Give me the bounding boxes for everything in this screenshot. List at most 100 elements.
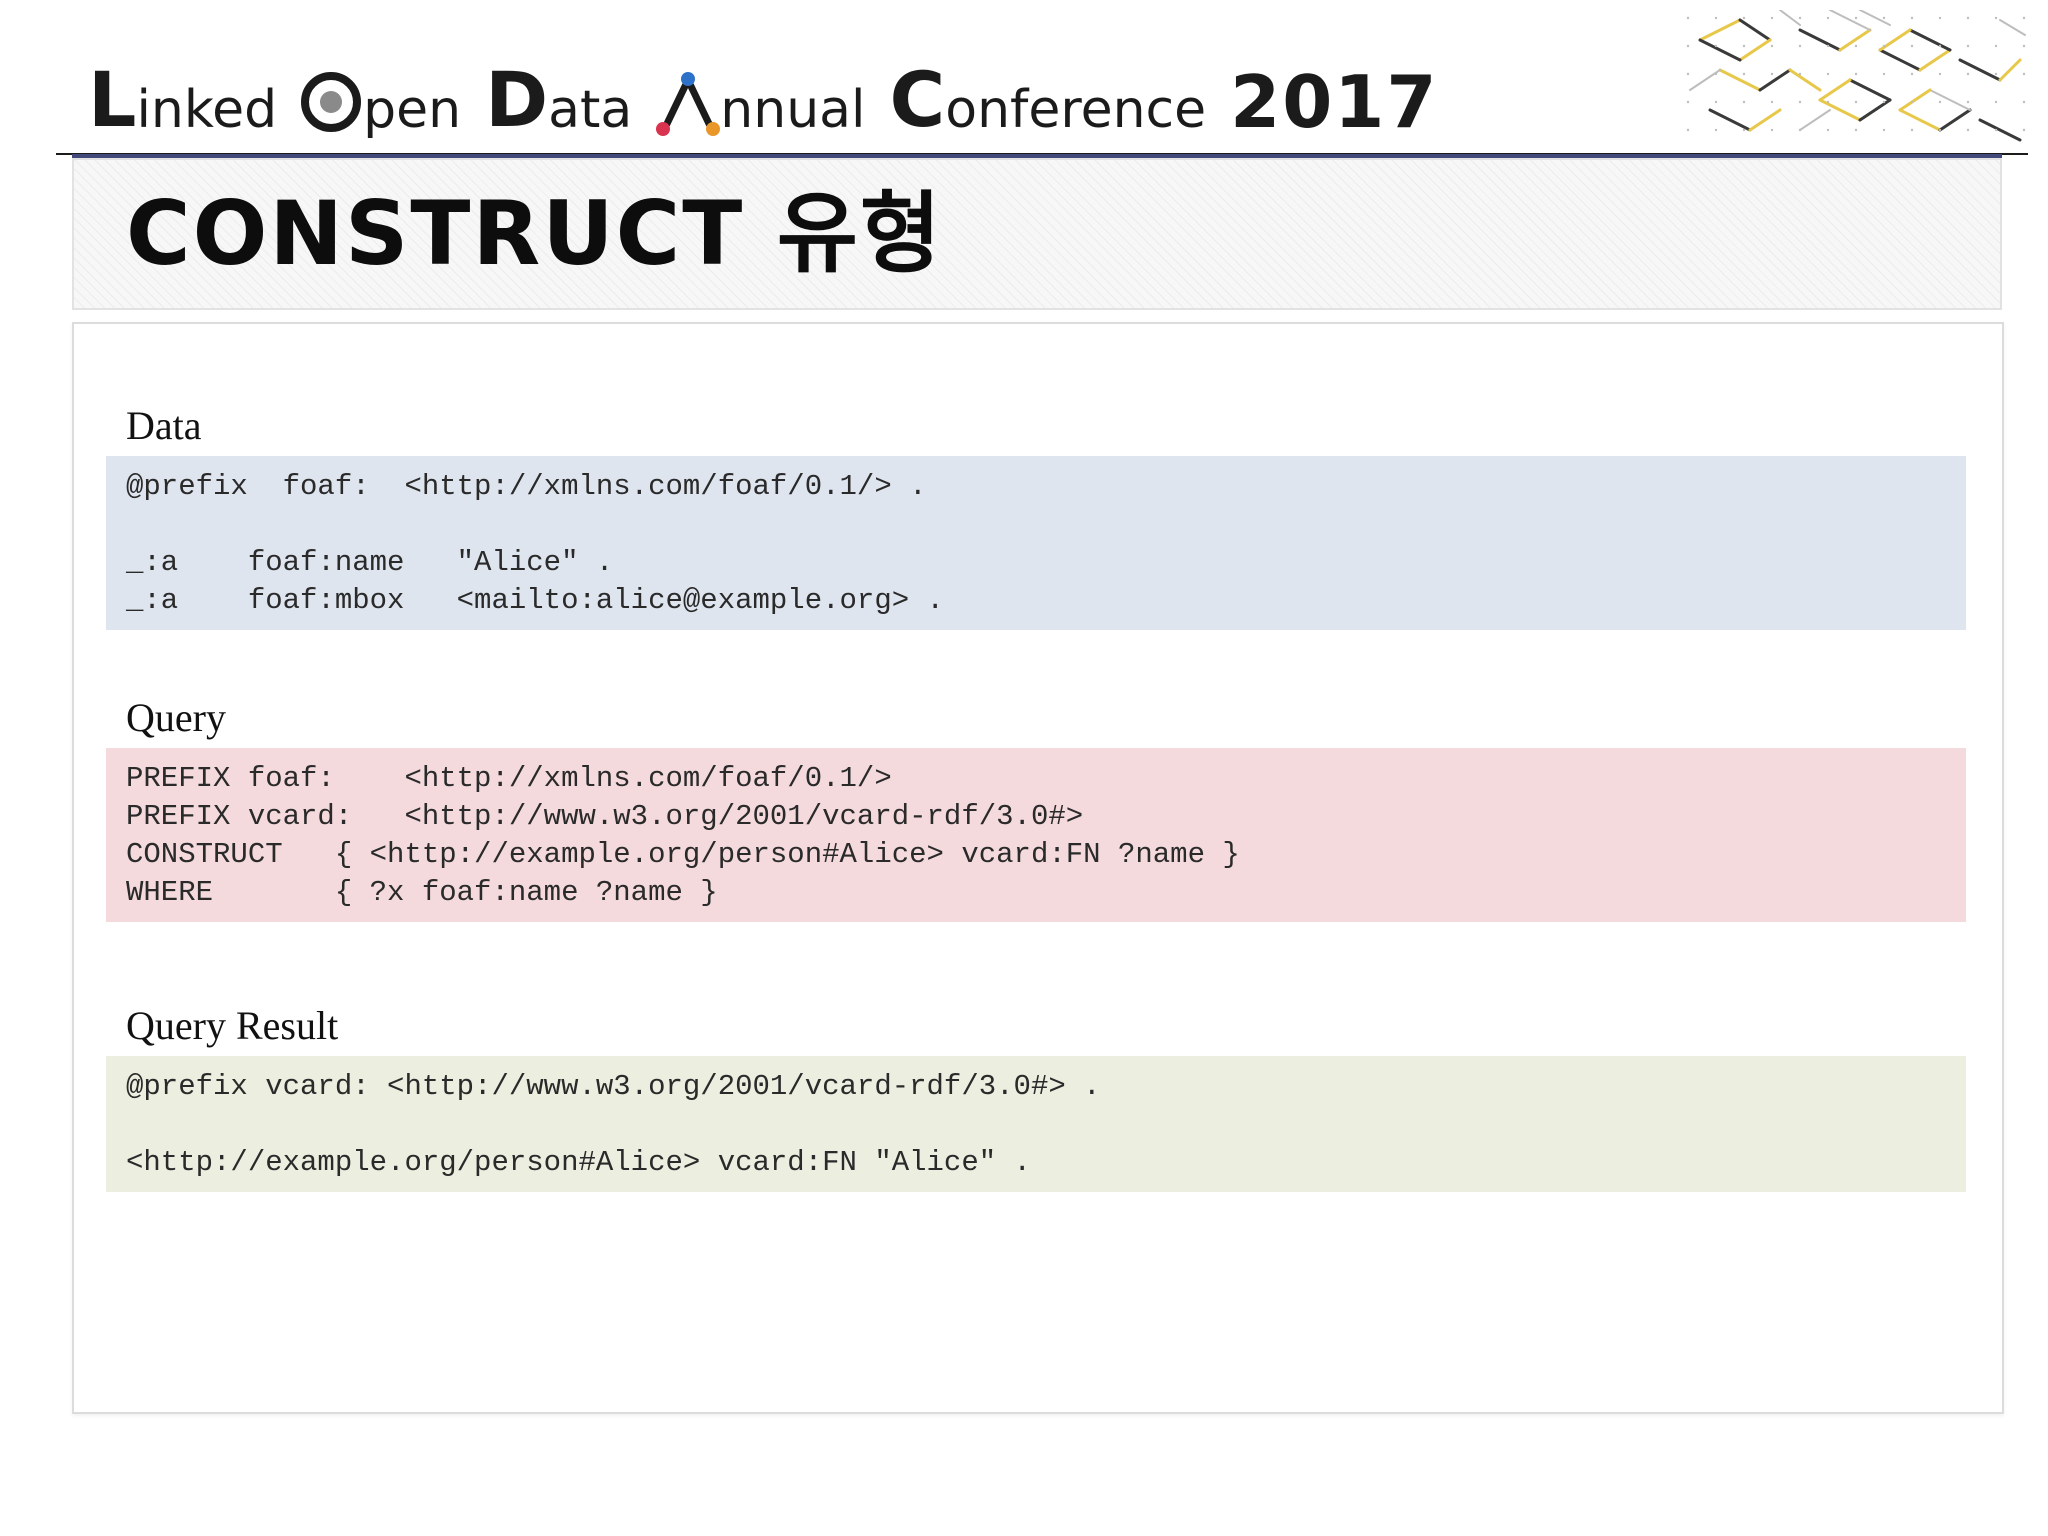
- pattern-dot: [1966, 16, 1970, 20]
- pattern-dot: [1966, 72, 1970, 76]
- pattern-dot: [1994, 16, 1998, 20]
- pattern-dot: [1854, 100, 1858, 104]
- data-code-block: @prefix foaf: <http://xmlns.com/foaf/0.1…: [106, 456, 1966, 630]
- code-line: _:a foaf:name "Alice" .: [126, 546, 614, 579]
- pattern-dot: [1882, 128, 1886, 132]
- title-word-rest: inked: [136, 80, 278, 140]
- pattern-segment: [1779, 10, 1801, 26]
- pattern-segment: [1718, 68, 1762, 92]
- pattern-dot: [2022, 72, 2026, 76]
- code-line: PREFIX vcard: <http://www.w3.org/2001/vc…: [126, 800, 1084, 833]
- pattern-segment: [1908, 28, 1952, 52]
- pattern-dot: [1854, 16, 1858, 20]
- pattern-segment: [1758, 68, 1792, 92]
- data-section-label: Data: [126, 403, 202, 448]
- pattern-dot: [1910, 72, 1914, 76]
- pattern-dot: [1910, 128, 1914, 132]
- pattern-dot: [1714, 100, 1718, 104]
- code-line: PREFIX foaf: <http://xmlns.com/foaf/0.1/…: [126, 762, 892, 795]
- pattern-dot: [1826, 16, 1830, 20]
- pattern-dot: [1770, 128, 1774, 132]
- pattern-dot: [1966, 44, 1970, 48]
- pattern-segment: [1708, 108, 1752, 132]
- pattern-dot: [1910, 100, 1914, 104]
- pattern-dot: [1798, 16, 1802, 20]
- pattern-dot: [1742, 72, 1746, 76]
- title-word-linked: Linked: [88, 62, 277, 138]
- pattern-segment: [1898, 88, 1932, 112]
- pattern-dot: [1798, 72, 1802, 76]
- pattern-dot: [1882, 100, 1886, 104]
- pattern-dot: [1742, 128, 1746, 132]
- pattern-segment: [1738, 18, 1772, 42]
- pattern-dot: [2022, 16, 2026, 20]
- title-word-conference: Conference: [889, 62, 1206, 138]
- pattern-dot: [1714, 128, 1718, 132]
- pattern-segment: [1978, 118, 2022, 142]
- pattern-dot: [1742, 100, 1746, 104]
- pattern-dot: [1798, 44, 1802, 48]
- pattern-dot: [1742, 16, 1746, 20]
- title-word-rest: onference: [945, 80, 1207, 140]
- pattern-segment: [1878, 48, 1922, 72]
- pattern-segment: [1958, 58, 2002, 82]
- title-word-annual: nnual: [656, 72, 865, 138]
- code-line: @prefix foaf: <http://xmlns.com/foaf/0.1…: [126, 470, 927, 503]
- pattern-segment: [1698, 18, 1742, 42]
- pattern-dot: [1938, 72, 1942, 76]
- pattern-dot: [1686, 100, 1690, 104]
- pattern-segment: [1788, 68, 1822, 92]
- pattern-dot: [1798, 100, 1802, 104]
- title-word-cap: D: [485, 55, 549, 144]
- pattern-segment: [1748, 108, 1782, 132]
- title-band: CONSTRUCT 유형: [72, 154, 2002, 310]
- pattern-dot: [1938, 100, 1942, 104]
- pattern-dot: [1882, 44, 1886, 48]
- pattern-dot: [1826, 44, 1830, 48]
- page-title: CONSTRUCT 유형: [126, 182, 943, 285]
- code-line: <http://example.org/person#Alice> vcard:…: [126, 1146, 1031, 1179]
- annual-a-logo-icon: [656, 72, 721, 138]
- pattern-dot: [1714, 72, 1718, 76]
- pattern-dot: [2022, 100, 2026, 104]
- conference-title: Linked pen Data nnual Conference 2017: [88, 28, 1439, 144]
- conference-header: Linked pen Data nnual Conference 2017: [0, 0, 2048, 156]
- pattern-segment: [1998, 58, 2022, 82]
- code-line: CONSTRUCT { <http://example.org/person#A…: [126, 838, 1240, 871]
- title-word-open: pen: [301, 72, 461, 138]
- pattern-segment: [1818, 98, 1862, 122]
- pattern-dot: [1882, 72, 1886, 76]
- pattern-dot: [1686, 44, 1690, 48]
- pattern-dot: [1994, 100, 1998, 104]
- pattern-dot: [1854, 128, 1858, 132]
- pattern-segment: [1698, 38, 1742, 62]
- title-word-cap: L: [88, 55, 137, 144]
- open-o-logo-icon: [301, 72, 362, 132]
- conference-year: 2017: [1230, 60, 1439, 144]
- pattern-dot: [1742, 44, 1746, 48]
- code-line: WHERE { ?x foaf:name ?name }: [126, 876, 718, 909]
- pattern-dot: [1938, 16, 1942, 20]
- code-line: @prefix vcard: <http://www.w3.org/2001/v…: [126, 1070, 1101, 1103]
- pattern-dot: [1714, 44, 1718, 48]
- content-panel: Data @prefix foaf: <http://xmlns.com/foa…: [72, 322, 2004, 1414]
- pattern-segment: [1859, 10, 1891, 26]
- pattern-dot: [1770, 100, 1774, 104]
- pattern-dot: [1798, 128, 1802, 132]
- pattern-dot: [1826, 72, 1830, 76]
- result-section-label: Query Result: [126, 1003, 339, 1048]
- pattern-dot: [1826, 100, 1830, 104]
- pattern-dot: [1686, 72, 1690, 76]
- pattern-dot: [1854, 44, 1858, 48]
- pattern-segment: [1798, 28, 1842, 52]
- pattern-dot: [1770, 44, 1774, 48]
- geometric-cube-pattern-icon: [1686, 10, 2026, 142]
- pattern-segment: [1738, 38, 1772, 62]
- pattern-segment: [1818, 78, 1852, 102]
- pattern-segment: [1999, 19, 2026, 36]
- pattern-segment: [1848, 78, 1892, 102]
- pattern-dot: [2022, 128, 2026, 132]
- pattern-dot: [1938, 44, 1942, 48]
